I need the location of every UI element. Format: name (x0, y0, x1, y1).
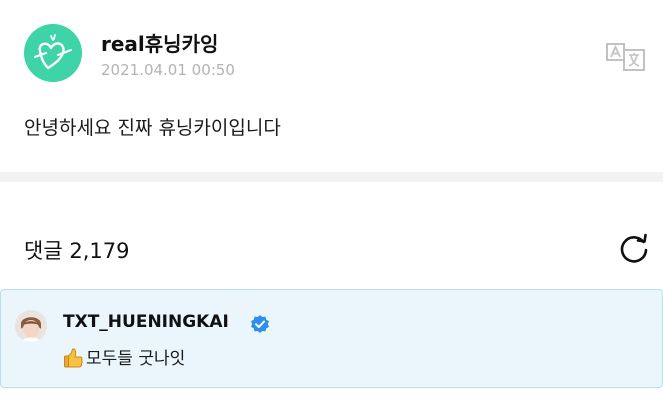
comments-count: 댓글 2,179 (24, 235, 129, 265)
avatar-portrait-icon (15, 310, 47, 342)
refresh-button[interactable] (617, 231, 651, 265)
comment-body: 모두들 굿나잇 (63, 344, 185, 369)
section-divider (0, 172, 663, 182)
translate-icon (606, 43, 645, 71)
comments-number: 2,179 (69, 239, 130, 263)
comments-label: 댓글 (24, 239, 63, 263)
comment-avatar[interactable] (15, 310, 47, 342)
verified-badge-icon (250, 314, 270, 334)
author-avatar[interactable] (24, 24, 82, 82)
post-body: 안녕하세요 진짜 휴닝카이입니다 (24, 117, 281, 139)
thumbs-up-icon (64, 347, 83, 367)
post: real휴닝카잉 2021.04.01 00:50 안녕하세요 진짜 휴닝카이입… (0, 0, 663, 172)
comment-item[interactable]: TXT_HUENINGKAI 모두들 굿나잇 (0, 289, 663, 388)
author-name[interactable]: real휴닝카잉 (101, 28, 218, 57)
translate-button[interactable] (604, 40, 648, 74)
comment-author[interactable]: TXT_HUENINGKAI (63, 312, 229, 332)
post-timestamp: 2021.04.01 00:50 (101, 61, 235, 79)
heart-doodle-icon (33, 34, 73, 70)
refresh-icon (620, 233, 648, 263)
comment-text: 모두들 굿나잇 (86, 349, 186, 369)
